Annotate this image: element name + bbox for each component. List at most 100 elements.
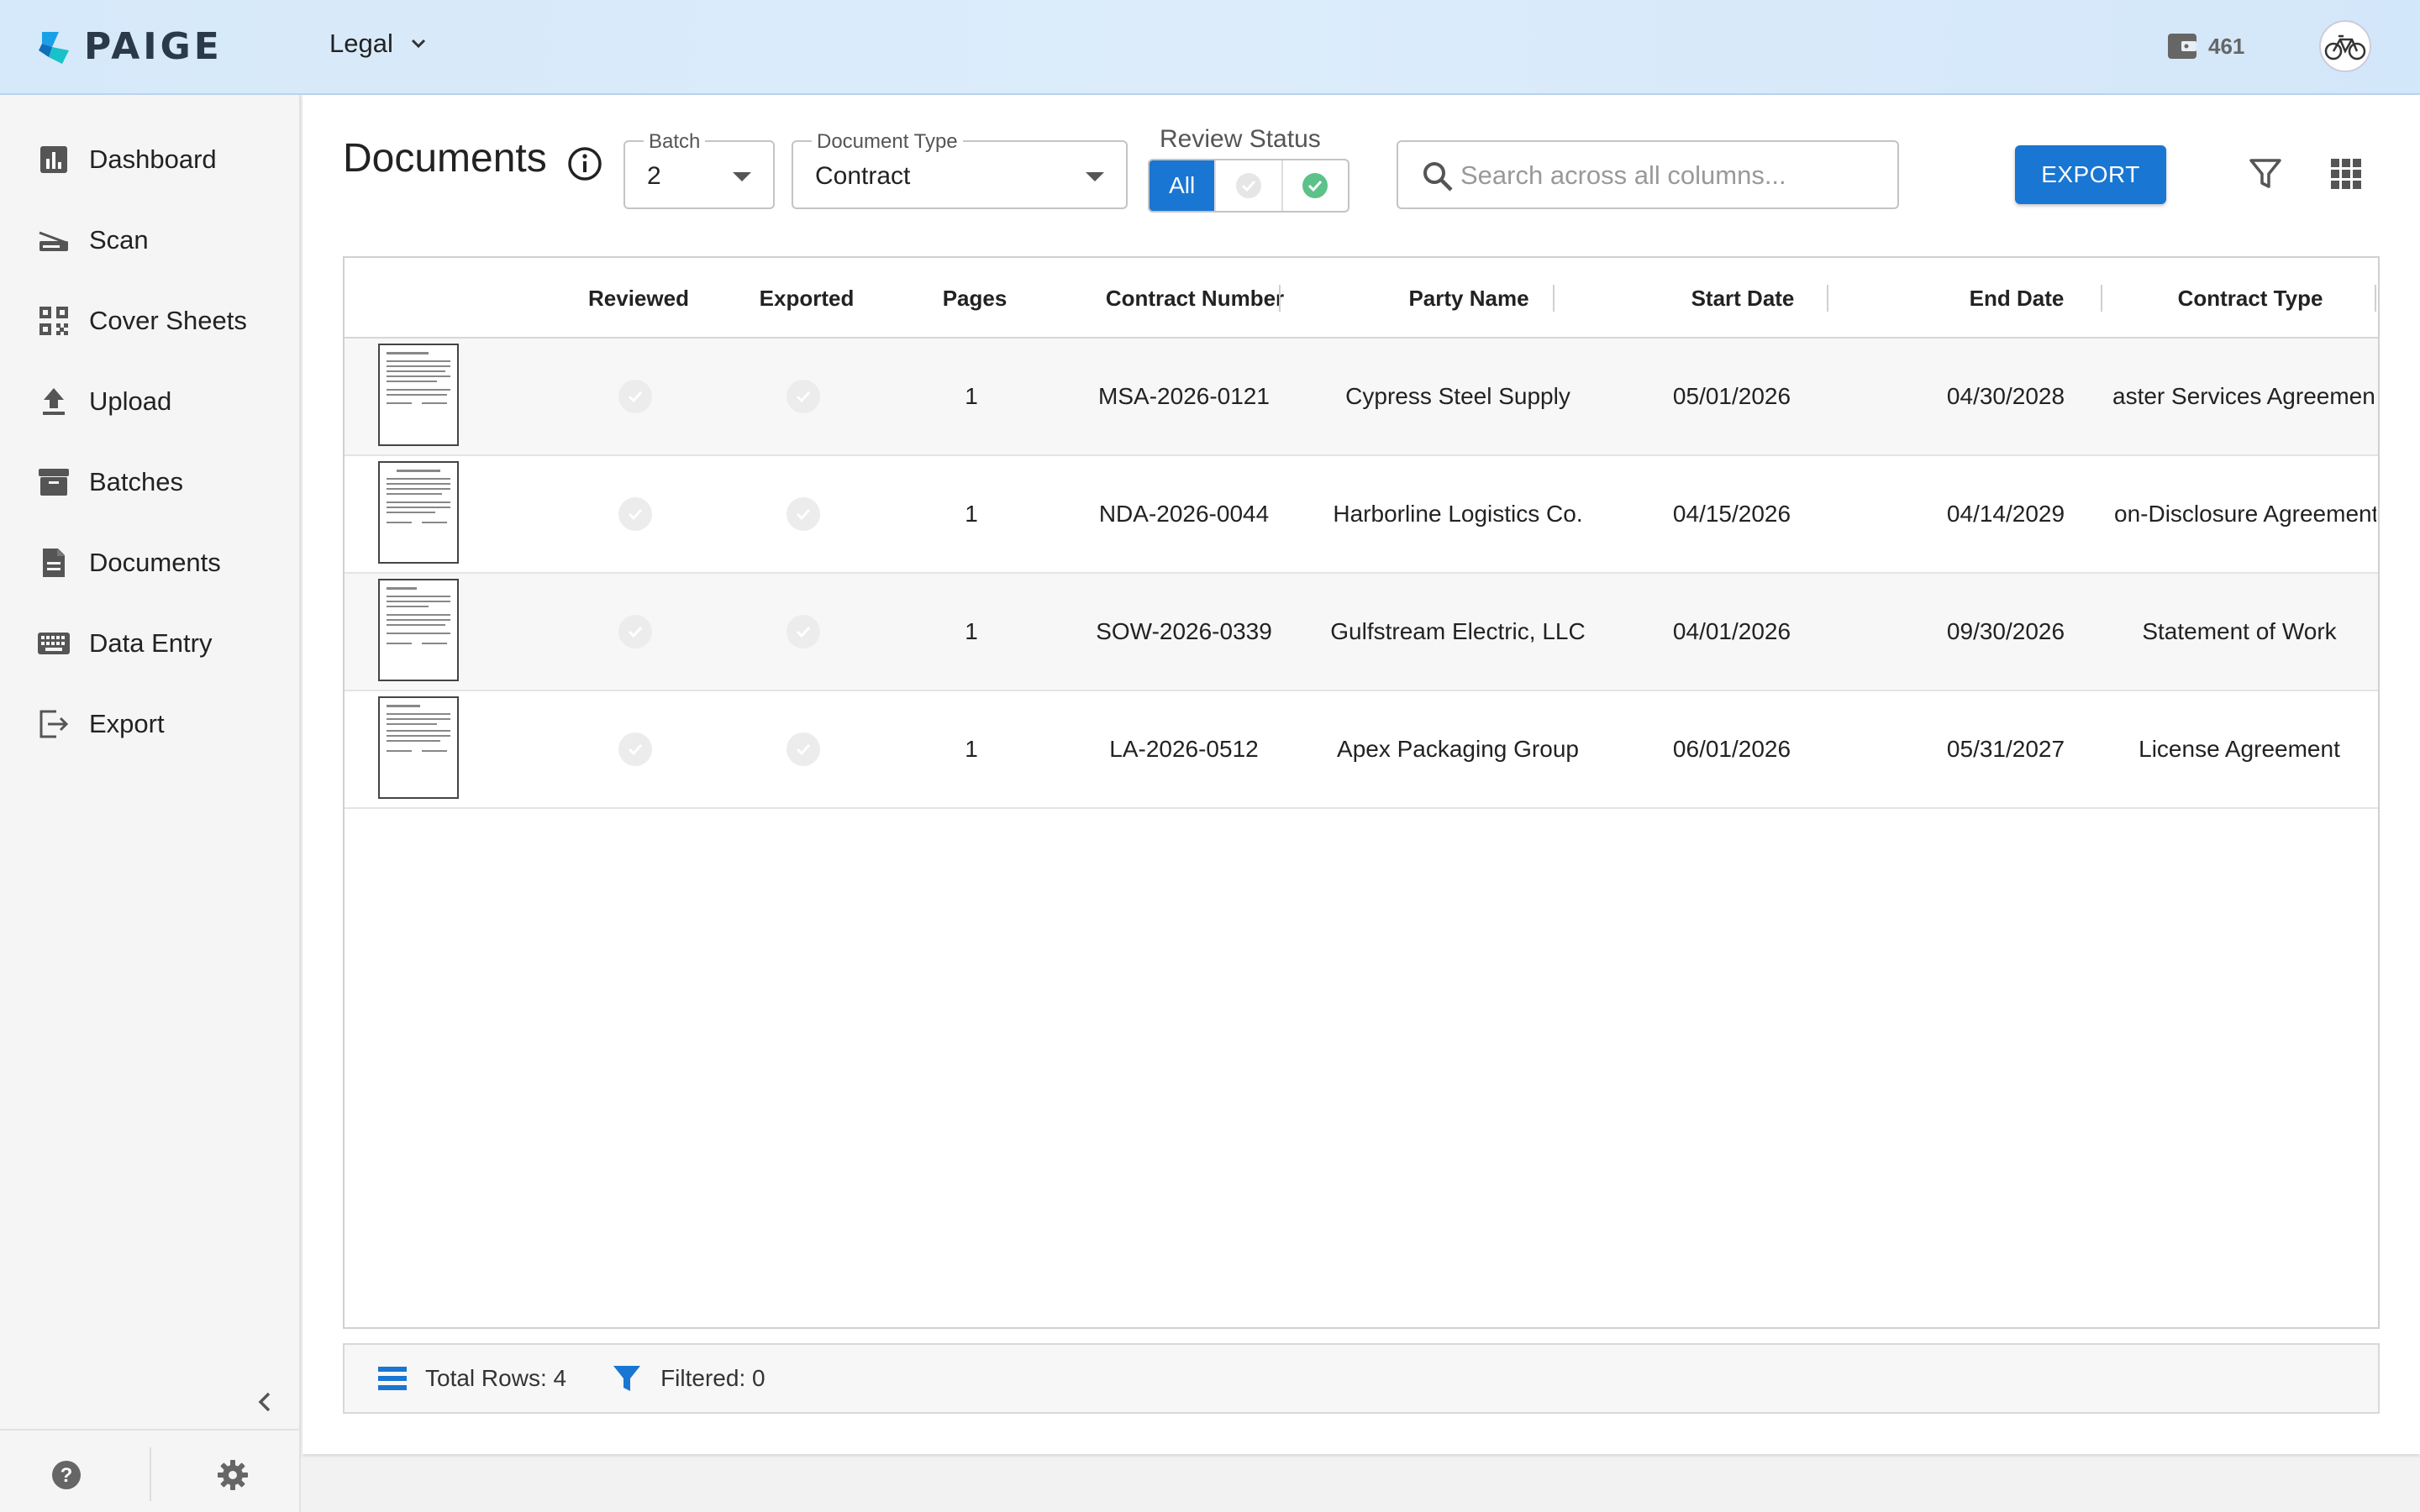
- table-row[interactable]: 1 SOW-2026-0339 Gulfstream Electric, LLC…: [345, 574, 2378, 691]
- party-name-cell: Cypress Steel Supply: [1345, 383, 1570, 409]
- sidebar-item-export[interactable]: Export: [37, 699, 289, 749]
- document-page-icon: [387, 587, 450, 644]
- document-thumbnail[interactable]: [378, 344, 459, 446]
- check-circle-outline-icon[interactable]: [786, 497, 820, 531]
- document-page-icon: [387, 352, 450, 404]
- document-thumbnail[interactable]: [378, 696, 459, 799]
- table-header: Reviewed Exported Pages Contract Number …: [345, 258, 2378, 339]
- sidebar-item-batches[interactable]: Batches: [37, 457, 289, 507]
- organization-label: Legal: [329, 29, 393, 58]
- review-status-reviewed[interactable]: [1283, 160, 1348, 211]
- check-circle-outline-icon[interactable]: [618, 380, 652, 413]
- check-circle-outline-icon[interactable]: [786, 380, 820, 413]
- party-name-cell: Harborline Logistics Co.: [1333, 501, 1583, 527]
- batch-select-label: Batch: [644, 130, 706, 154]
- batch-select-value: 2: [647, 162, 661, 190]
- review-status-toggle: All: [1148, 159, 1349, 213]
- exported-cell: [719, 691, 887, 807]
- reviewed-cell: [551, 574, 719, 690]
- review-status-all-label: All: [1169, 172, 1196, 198]
- column-resize-handle[interactable]: [1279, 285, 1281, 312]
- keyboard-icon: [37, 627, 71, 660]
- document-thumbnail[interactable]: [378, 579, 459, 681]
- table-row[interactable]: 1 LA-2026-0512 Apex Packaging Group 06/0…: [345, 691, 2378, 809]
- column-header-contract-type[interactable]: Contract Type: [2124, 258, 2376, 339]
- contract-type-cell: License Agreement: [2139, 736, 2340, 762]
- contract-number-cell: NDA-2026-0044: [1098, 501, 1270, 527]
- upload-icon: [37, 385, 71, 418]
- page-title: Documents: [343, 136, 547, 181]
- table-row[interactable]: 1 NDA-2026-0044 Harborline Logistics Co.…: [345, 456, 2378, 574]
- sidebar-nav: Dashboard Scan Cover Sheets Upload Batch…: [0, 95, 301, 1512]
- column-header-contract-number[interactable]: Contract Number: [1069, 258, 1321, 339]
- document-thumbnail[interactable]: [378, 461, 459, 564]
- document-type-select[interactable]: Document Type Contract: [792, 130, 1128, 209]
- column-resize-handle[interactable]: [1827, 285, 1828, 312]
- sidebar-item-upload[interactable]: Upload: [37, 376, 289, 427]
- chevron-left-icon[interactable]: [250, 1387, 281, 1417]
- total-rows-stat: Total Rows: 4: [376, 1364, 566, 1393]
- sidebar-item-label: Data Entry: [89, 628, 213, 658]
- contract-type-cell: aster Services Agreemen: [2112, 383, 2375, 409]
- review-status-all[interactable]: All: [1150, 160, 1217, 211]
- sidebar-item-label: Batches: [89, 467, 184, 496]
- contract-type-cell: Statement of Work: [2142, 618, 2337, 644]
- table-row[interactable]: 1 MSA-2026-0121 Cypress Steel Supply 05/…: [345, 339, 2378, 456]
- sidebar-item-documents[interactable]: Documents: [37, 538, 289, 588]
- check-circle-outline-icon[interactable]: [618, 497, 652, 531]
- filter-icon[interactable]: [2247, 155, 2284, 192]
- organization-select[interactable]: Legal: [329, 29, 429, 59]
- list-rows-icon: [378, 1367, 407, 1390]
- export-icon: [37, 707, 71, 741]
- user-avatar[interactable]: [2319, 20, 2371, 72]
- check-circle-outline-icon[interactable]: [618, 615, 652, 648]
- batch-select[interactable]: Batch 2: [623, 130, 775, 209]
- sidebar-item-scan[interactable]: Scan: [37, 215, 289, 265]
- caret-down-icon: [1086, 172, 1104, 181]
- help-icon[interactable]: ?: [50, 1459, 82, 1491]
- wallet-icon: [2168, 34, 2196, 59]
- check-circle-outline-icon[interactable]: [786, 615, 820, 648]
- sidebar-item-label: Dashboard: [89, 144, 217, 174]
- info-icon[interactable]: [566, 145, 603, 182]
- table-status-bar: Total Rows: 4 Filtered: 0: [343, 1343, 2380, 1414]
- column-resize-handle[interactable]: [2101, 285, 2102, 312]
- sidebar-item-label: Documents: [89, 548, 221, 577]
- grid-view-icon[interactable]: [2328, 155, 2365, 192]
- column-header-start-date[interactable]: Start Date: [1617, 258, 1869, 339]
- sidebar-item-dashboard[interactable]: Dashboard: [37, 134, 289, 185]
- column-header-end-date[interactable]: End Date: [1891, 258, 2143, 339]
- brand-name: PAIGE: [84, 25, 223, 68]
- check-circle-outline-icon[interactable]: [786, 732, 820, 766]
- review-status-unreviewed[interactable]: [1216, 160, 1283, 211]
- start-date-cell: 06/01/2026: [1672, 736, 1791, 762]
- exported-cell: [719, 456, 887, 572]
- app-logo[interactable]: PAIGE: [37, 25, 223, 68]
- column-resize-handle[interactable]: [2375, 285, 2376, 312]
- start-date-cell: 04/15/2026: [1672, 501, 1791, 527]
- search-input[interactable]: [1460, 154, 1881, 197]
- sidebar-item-label: Export: [89, 709, 165, 738]
- export-button[interactable]: EXPORT: [2015, 145, 2166, 204]
- chevron-down-icon: [411, 39, 425, 49]
- reviewed-cell: [551, 691, 719, 807]
- sidebar-item-label: Cover Sheets: [89, 306, 247, 335]
- caret-down-icon: [733, 172, 751, 181]
- check-circle-icon: [1302, 173, 1328, 198]
- credits-indicator[interactable]: 461: [2166, 32, 2244, 60]
- documents-table: Reviewed Exported Pages Contract Number …: [343, 256, 2380, 1329]
- sidebar-item-data-entry[interactable]: Data Entry: [37, 618, 289, 669]
- check-circle-outline-icon: [1235, 173, 1261, 198]
- pages-cell: 1: [965, 383, 978, 409]
- column-resize-handle[interactable]: [1553, 285, 1555, 312]
- qr-code-icon: [37, 304, 71, 338]
- gear-icon[interactable]: [217, 1459, 249, 1491]
- bar-chart-icon: [37, 143, 71, 176]
- column-header-pages[interactable]: Pages: [849, 258, 1101, 339]
- column-header-party-name[interactable]: Party Name: [1343, 258, 1595, 339]
- svg-text:?: ?: [60, 1464, 73, 1487]
- check-circle-outline-icon[interactable]: [618, 732, 652, 766]
- total-rows-text: Total Rows: 4: [425, 1365, 567, 1391]
- party-name-cell: Apex Packaging Group: [1337, 736, 1579, 762]
- sidebar-item-cover-sheets[interactable]: Cover Sheets: [37, 296, 289, 346]
